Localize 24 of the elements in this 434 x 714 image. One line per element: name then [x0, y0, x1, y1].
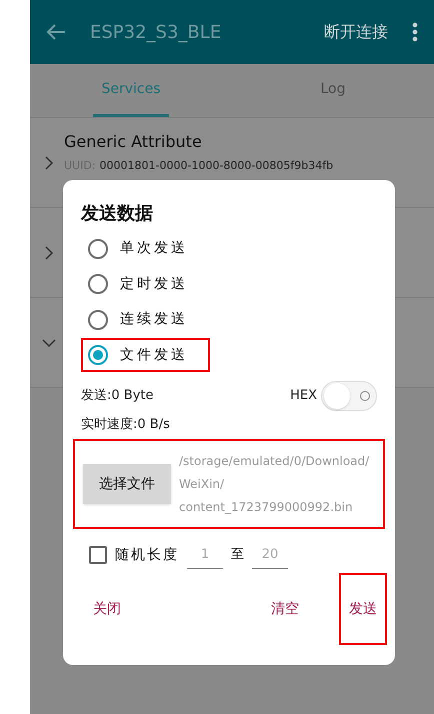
hex-toggle[interactable]	[321, 381, 377, 412]
dialog-button[interactable]: 发送	[339, 573, 387, 645]
more-menu-icon[interactable]	[412, 22, 418, 42]
radio-option[interactable]: 连续发送	[81, 302, 210, 337]
radio-option[interactable]: 文件发送	[81, 338, 210, 372]
hex-label: HEX	[290, 387, 317, 406]
uuid-value: 00001801-0000-1000-8000-00805f9b34fb	[100, 158, 334, 174]
disconnect-action[interactable]: 断开连接	[324, 20, 388, 44]
min-length-field[interactable]: 1	[187, 541, 223, 570]
sent-bytes: 发送:0 Byte	[81, 387, 154, 406]
choose-file-button[interactable]: 选择文件	[83, 464, 171, 504]
back-arrow-icon[interactable]	[46, 23, 66, 41]
random-length-label: 随机长度	[115, 546, 179, 565]
max-length-field[interactable]: 20	[252, 541, 288, 570]
device-title: ESP32_S3_BLE	[90, 20, 222, 44]
file-path: /storage/emulated/0/Download/WeiXin/content_1723799000992.bin	[179, 452, 370, 516]
realtime-speed: 实时速度:0 B/s	[81, 416, 171, 434]
radio-option[interactable]: 单次发送	[81, 232, 210, 266]
range-separator: 至	[231, 546, 244, 564]
checkbox[interactable]	[89, 546, 107, 564]
dialog-button[interactable]: 清空	[261, 573, 309, 645]
dialog-button[interactable]: 关闭	[83, 573, 131, 645]
service-name: Generic Attribute	[64, 131, 203, 153]
radio-option[interactable]: 定时发送	[81, 267, 210, 302]
